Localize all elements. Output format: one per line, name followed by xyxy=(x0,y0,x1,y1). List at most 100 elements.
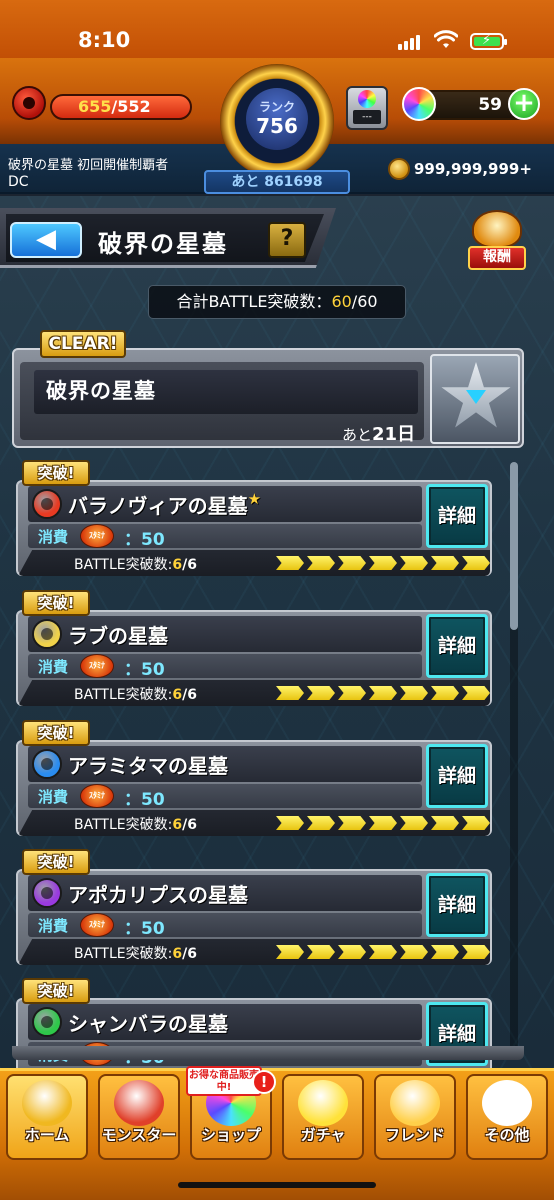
nav-other[interactable]: その他 xyxy=(462,1074,552,1164)
progress-segment xyxy=(369,686,397,700)
star-emblem xyxy=(430,354,520,444)
battle-progress: BATTLE突破数:6/6 xyxy=(74,554,197,574)
shop-alert-icon: ! xyxy=(252,1070,276,1094)
page-title: 破界の星墓 xyxy=(98,230,228,258)
progress-segment xyxy=(338,686,366,700)
quest-card[interactable]: 突破! バラノヴィアの星墓★ 消費 ｽﾀﾐﾅ ：50 BATTLE突破数:6/6 詳細 xyxy=(14,460,494,578)
progress-total: /6 xyxy=(182,687,197,703)
back-arrow-icon: ◀ xyxy=(36,224,56,254)
progress-segment xyxy=(400,816,428,830)
player-title: 破界の星墓 初回開催制覇者 xyxy=(8,158,169,173)
progress-segment xyxy=(462,816,490,830)
clear-badge: CLEAR! xyxy=(40,330,126,358)
nav-monster[interactable]: モンスター xyxy=(94,1074,184,1164)
days-prefix: あと xyxy=(342,426,373,444)
stamina-cost-icon: ｽﾀﾐﾅ xyxy=(80,654,114,678)
friend-icon xyxy=(390,1080,440,1126)
detail-button[interactable]: 詳細 xyxy=(426,873,488,937)
progress-segment xyxy=(307,816,335,830)
progress-segment xyxy=(307,556,335,570)
rank-value: 756 xyxy=(256,114,298,138)
progress-current: 6 xyxy=(172,946,183,962)
cost-value: ：50 xyxy=(124,919,165,939)
home-icon xyxy=(22,1080,72,1126)
quest-card[interactable]: 突破! ラブの星墓 消費 ｽﾀﾐﾅ ：50 BATTLE突破数:6/6 詳細 xyxy=(14,590,494,708)
nav-label: モンスター xyxy=(101,1126,177,1144)
progress-segment xyxy=(338,945,366,959)
favorite-star-icon: ★ xyxy=(247,490,262,508)
cost-label: 消費 xyxy=(38,788,69,806)
shop-promo-badge: お得な商品販売中! xyxy=(186,1066,262,1096)
quest-name: バラノヴィアの星墓★ xyxy=(68,490,261,519)
cleared-badge: 突破! xyxy=(22,590,90,616)
player-name: DC xyxy=(8,174,29,190)
days-value: 21日 xyxy=(372,424,416,445)
progress-segment xyxy=(307,945,335,959)
nav-home[interactable]: ホーム xyxy=(2,1074,92,1164)
cost-label: 消費 xyxy=(38,528,69,546)
quest-name: シャンバラの星墓 xyxy=(68,1008,228,1037)
progress-segment xyxy=(431,945,459,959)
nav-label: ガチャ xyxy=(300,1126,346,1144)
detail-button[interactable]: 詳細 xyxy=(426,744,488,808)
quest-name-text: バラノヴィアの星墓 xyxy=(68,494,248,518)
back-button[interactable]: ◀ xyxy=(10,222,82,258)
summary-total: /60 xyxy=(351,292,378,311)
battle-progress: BATTLE突破数:6/6 xyxy=(74,814,197,834)
progress-bar xyxy=(276,816,490,830)
progress-total: /6 xyxy=(182,946,197,962)
cleared-badge: 突破! xyxy=(22,720,90,746)
stamina-max: /552 xyxy=(111,97,151,116)
home-indicator xyxy=(178,1182,376,1188)
days-remaining: あと21日 xyxy=(342,420,415,446)
progress-segment xyxy=(276,556,304,570)
progress-segment xyxy=(400,556,428,570)
help-button[interactable]: ? xyxy=(268,222,306,258)
progress-current: 6 xyxy=(172,817,183,833)
coin-icon xyxy=(388,158,410,180)
scrollbar-thumb[interactable] xyxy=(510,462,518,630)
reward-button[interactable]: 報酬 xyxy=(466,208,528,274)
orb-icon xyxy=(402,87,436,121)
quest-card[interactable]: 突破! アラミタマの星墓 消費 ｽﾀﾐﾅ ：50 BATTLE突破数:6/6 詳細 xyxy=(14,720,494,838)
nav-label: フレンド xyxy=(384,1126,445,1144)
summary-label: 合計BATTLE突破数： xyxy=(176,292,332,311)
quest-card[interactable]: 突破! アポカリプスの星墓 消費 ｽﾀﾐﾅ ：50 BATTLE突破数:6/6 詳細 xyxy=(14,849,494,967)
nav-label: ホーム xyxy=(24,1126,70,1144)
quest-name-text: シャンバラの星墓 xyxy=(68,1012,228,1036)
nav-friend[interactable]: フレンド xyxy=(370,1074,460,1164)
status-time: 8:10 xyxy=(78,28,131,52)
element-icon xyxy=(32,1007,62,1037)
gacha-icon xyxy=(298,1080,348,1126)
progress-segment xyxy=(431,556,459,570)
battle-progress: BATTLE突破数:6/6 xyxy=(74,684,197,704)
cleared-badge: 突破! xyxy=(22,460,90,486)
nav-gacha[interactable]: ガチャ xyxy=(278,1074,368,1164)
progress-segment xyxy=(276,686,304,700)
element-icon xyxy=(32,489,62,519)
cost-value: ：50 xyxy=(124,790,165,810)
progress-current: 6 xyxy=(172,687,183,703)
signal-icon xyxy=(398,34,420,50)
battle-summary: 合計BATTLE突破数：60/60 xyxy=(148,285,406,319)
progress-label: BATTLE突破数: xyxy=(74,946,173,962)
battery-icon: ⚡ xyxy=(470,33,507,50)
progress-segment xyxy=(431,816,459,830)
progress-segment xyxy=(400,945,428,959)
rank-label: ランク xyxy=(258,100,295,114)
cost-value: ：50 xyxy=(124,530,165,550)
progress-segment xyxy=(369,945,397,959)
element-icon xyxy=(32,749,62,779)
progress-segment xyxy=(462,686,490,700)
detail-button[interactable]: 詳細 xyxy=(426,484,488,548)
monster-icon xyxy=(114,1080,164,1126)
quest-name-text: アラミタマの星墓 xyxy=(68,754,228,778)
stamina-text: 655/552 xyxy=(78,97,151,116)
quest-name: ラブの星墓 xyxy=(68,620,168,649)
add-orb-button[interactable]: + xyxy=(508,88,540,120)
progress-segment xyxy=(276,945,304,959)
quest-name-text: アポカリプスの星墓 xyxy=(68,883,248,907)
item-box-button[interactable]: --- xyxy=(346,86,388,130)
quest-name: アラミタマの星墓 xyxy=(68,750,228,779)
detail-button[interactable]: 詳細 xyxy=(426,614,488,678)
